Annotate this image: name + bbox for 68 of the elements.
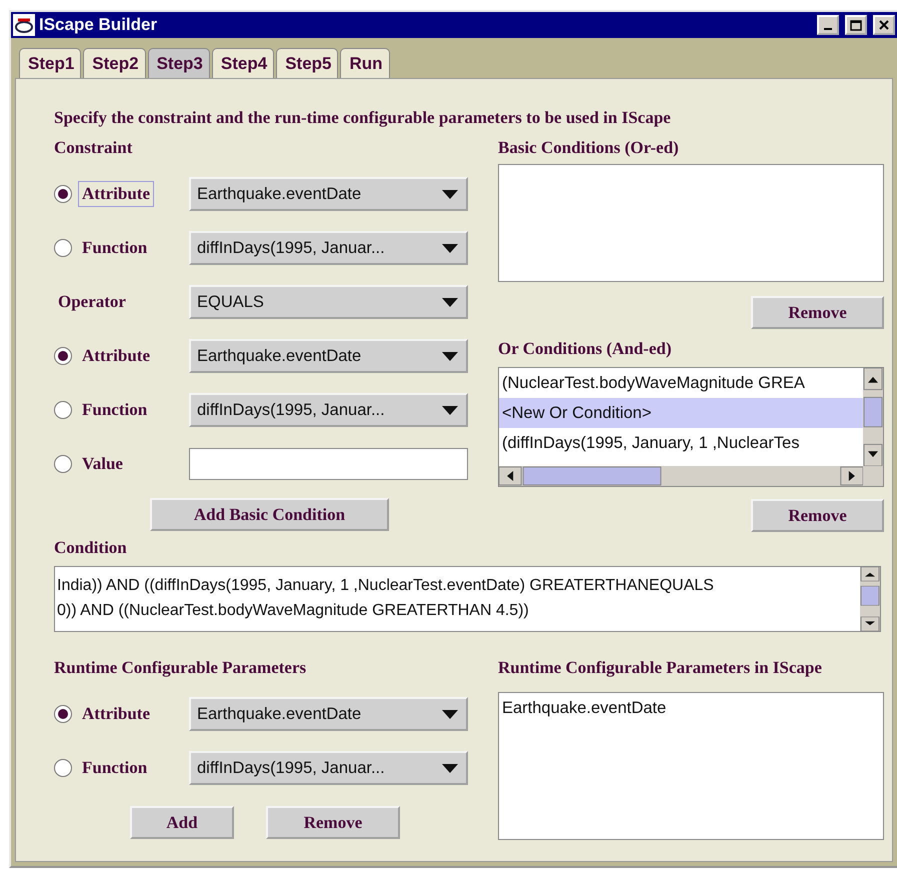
dropdown[interactable]: Earthquake.eventDate xyxy=(189,177,468,211)
radio-button[interactable] xyxy=(54,401,72,419)
radio-label: Value xyxy=(81,453,124,475)
basic-conditions-list[interactable] xyxy=(498,164,884,282)
radio-button[interactable] xyxy=(54,455,72,473)
app-icon xyxy=(13,14,35,36)
condition-text-area[interactable]: India)) AND ((diffInDays(1995, January, 1 ,NuclearTest.eventDate) GREATERTHANEQUALS 0)) AND ((NuclearTest.bodyWaveMagnitude GREATERTHAN 4.5)) xyxy=(54,566,881,632)
minimize-button[interactable] xyxy=(817,15,839,35)
section-heading: Constraint xyxy=(54,138,134,158)
dropdown-arrow-icon xyxy=(442,764,458,772)
dropdown-arrow-icon xyxy=(442,298,458,306)
radio-label: Attribute xyxy=(81,345,151,367)
dropdown-arrow-icon xyxy=(442,352,458,360)
dropdown[interactable]: diffInDays(1995, Januar... xyxy=(189,231,468,265)
horizontal-scrollbar[interactable] xyxy=(499,466,863,486)
add-basic-condition-button[interactable]: Add Basic Condition xyxy=(150,498,389,531)
radio-button[interactable] xyxy=(54,347,72,365)
radio-label: Attribute xyxy=(78,181,154,207)
instruction-text: Specify the constraint and the run-time configurable parameters to be used in IScape xyxy=(54,108,672,128)
radio-label: Function xyxy=(81,399,148,421)
maximize-button[interactable] xyxy=(845,15,867,35)
list-item[interactable]: Earthquake.eventDate xyxy=(499,693,883,724)
or-conditions-list[interactable]: (NuclearTest.bodyWaveMagnitude GREA <New Or Condition> (diffInDays(1995, January, 1 ,NuclearTes xyxy=(498,367,884,487)
dropdown[interactable]: diffInDays(1995, Januar... xyxy=(189,393,468,427)
add-button[interactable]: Add xyxy=(130,806,234,839)
dropdown[interactable]: diffInDays(1995, Januar... xyxy=(189,751,468,785)
radio-button[interactable] xyxy=(54,185,72,203)
radio-button[interactable] xyxy=(54,239,72,257)
dropdown-arrow-icon xyxy=(442,244,458,252)
remove-button[interactable]: Remove xyxy=(266,806,400,839)
section-heading: Condition xyxy=(54,538,128,558)
radio-label: Attribute xyxy=(81,703,151,725)
vertical-scrollbar[interactable] xyxy=(860,567,880,631)
vertical-scrollbar[interactable] xyxy=(863,368,883,466)
section-heading: Runtime Configurable Parameters xyxy=(54,658,308,678)
dropdown[interactable]: Earthquake.eventDate xyxy=(189,339,468,373)
window-title: IScape Builder xyxy=(39,15,158,35)
value-field[interactable] xyxy=(189,448,468,480)
list-item[interactable]: <New Or Condition> xyxy=(499,398,863,428)
condition-text-line: 0)) AND ((NuclearTest.bodyWaveMagnitude GREATERTHAN 4.5)) xyxy=(57,601,530,621)
section-heading: Or Conditions (And-ed) xyxy=(498,339,672,359)
remove-button[interactable]: Remove xyxy=(751,499,884,532)
radio-label: Function xyxy=(81,237,148,259)
radio-button[interactable] xyxy=(54,759,72,777)
radio-label: Function xyxy=(81,757,148,779)
section-heading: Basic Conditions (Or-ed) xyxy=(498,138,680,158)
radio-button[interactable] xyxy=(54,705,72,723)
close-icon xyxy=(879,20,889,30)
dropdown[interactable]: EQUALS xyxy=(189,285,468,319)
list-item[interactable]: (diffInDays(1995, January, 1 ,NuclearTes xyxy=(499,428,863,458)
dropdown-arrow-icon xyxy=(442,190,458,198)
condition-text-line: India)) AND ((diffInDays(1995, January, 1 ,NuclearTest.eventDate) GREATERTHANEQUALS xyxy=(57,576,715,596)
tab[interactable]: Run xyxy=(340,48,390,78)
tab[interactable]: Step4 xyxy=(212,48,274,78)
tab[interactable]: Step1 xyxy=(19,48,82,78)
tab[interactable]: Step5 xyxy=(276,48,338,78)
list-item[interactable]: (NuclearTest.bodyWaveMagnitude GREA xyxy=(499,368,863,398)
remove-button[interactable]: Remove xyxy=(751,296,884,329)
operator-label: Operator xyxy=(57,291,127,313)
dropdown-arrow-icon xyxy=(442,406,458,414)
section-heading: Runtime Configurable Parameters in IScape xyxy=(498,658,823,678)
minimize-icon xyxy=(824,28,832,30)
tab[interactable]: Step2 xyxy=(83,48,146,78)
tab[interactable]: Step3 xyxy=(148,48,210,78)
dropdown-arrow-icon xyxy=(442,710,458,718)
maximize-icon xyxy=(850,20,862,30)
dropdown[interactable]: Earthquake.eventDate xyxy=(189,697,468,731)
close-button[interactable] xyxy=(873,15,895,35)
